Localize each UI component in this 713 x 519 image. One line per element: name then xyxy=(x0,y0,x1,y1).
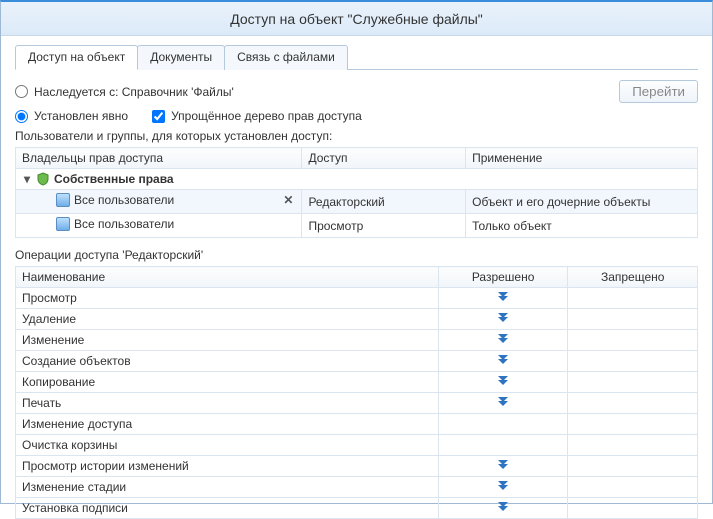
tab-documents[interactable]: Документы xyxy=(137,45,225,70)
simplified-check-row[interactable]: Упрощённое дерево прав доступа xyxy=(152,109,362,123)
table-row[interactable]: Все пользователи ✕ Редакторский Объект и… xyxy=(16,190,698,214)
denied-cell[interactable] xyxy=(568,309,698,330)
ops-row[interactable]: Копирование xyxy=(16,372,698,393)
col-access[interactable]: Доступ xyxy=(302,148,466,169)
ops-row[interactable]: Печать xyxy=(16,393,698,414)
apply-cell: Только объект xyxy=(466,214,698,238)
allowed-cell[interactable] xyxy=(438,351,568,372)
allowed-cell[interactable] xyxy=(438,393,568,414)
denied-cell[interactable] xyxy=(568,330,698,351)
op-name-cell: Просмотр xyxy=(16,288,439,309)
allowed-cell[interactable] xyxy=(438,309,568,330)
ops-row[interactable]: Изменение стадии xyxy=(16,477,698,498)
denied-cell[interactable] xyxy=(568,477,698,498)
table-row[interactable]: Все пользователи Просмотр Только объект xyxy=(16,214,698,238)
access-cell: Редакторский xyxy=(302,190,466,214)
inherit-label: Наследуется с: Справочник 'Файлы' xyxy=(34,85,234,99)
tab-files[interactable]: Связь с файлами xyxy=(224,45,348,70)
col-apply[interactable]: Применение xyxy=(466,148,698,169)
denied-cell[interactable] xyxy=(568,372,698,393)
ops-row[interactable]: Установка подписи xyxy=(16,498,698,519)
users-groups-caption: Пользователи и группы, для которых устан… xyxy=(15,129,698,143)
col-allowed[interactable]: Разрешено xyxy=(438,267,568,288)
op-name-cell: Просмотр истории изменений xyxy=(16,456,439,477)
ops-row[interactable]: Создание объектов xyxy=(16,351,698,372)
allowed-cell[interactable] xyxy=(438,330,568,351)
group-own-rights[interactable]: ▾ Собственные права xyxy=(16,169,698,190)
users-icon xyxy=(56,193,70,207)
op-name-cell: Печать xyxy=(16,393,439,414)
allowed-cell[interactable] xyxy=(438,435,568,456)
op-name-cell: Изменение доступа xyxy=(16,414,439,435)
inherit-radio-row[interactable]: Наследуется с: Справочник 'Файлы' xyxy=(15,85,234,99)
apply-cell: Объект и его дочерние объекты xyxy=(466,190,698,214)
denied-cell[interactable] xyxy=(568,498,698,519)
ops-row[interactable]: Изменение xyxy=(16,330,698,351)
window-title: Доступ на объект "Служебные файлы" xyxy=(1,2,712,36)
inherit-radio[interactable] xyxy=(15,85,28,98)
op-name-cell: Очистка корзины xyxy=(16,435,439,456)
users-icon xyxy=(56,217,70,231)
col-owner[interactable]: Владельцы прав доступа xyxy=(16,148,302,169)
tab-access[interactable]: Доступ на объект xyxy=(15,45,138,70)
op-name-cell: Удаление xyxy=(16,309,439,330)
ops-row[interactable]: Просмотр xyxy=(16,288,698,309)
op-name-cell: Установка подписи xyxy=(16,498,439,519)
ops-row[interactable]: Просмотр истории изменений xyxy=(16,456,698,477)
owner-cell: Все пользователи xyxy=(74,217,174,231)
op-name-cell: Создание объектов xyxy=(16,351,439,372)
chevron-down-icon xyxy=(496,313,510,323)
denied-cell[interactable] xyxy=(568,351,698,372)
simplified-checkbox[interactable] xyxy=(152,110,165,123)
op-name-cell: Изменение стадии xyxy=(16,477,439,498)
chevron-down-icon xyxy=(496,334,510,344)
chevron-down-icon xyxy=(496,397,510,407)
allowed-cell[interactable] xyxy=(438,498,568,519)
ops-row[interactable]: Изменение доступа xyxy=(16,414,698,435)
explicit-radio-row[interactable]: Установлен явно xyxy=(15,109,128,123)
ops-table[interactable]: Наименование Разрешено Запрещено Просмот… xyxy=(15,266,698,519)
allowed-cell[interactable] xyxy=(438,414,568,435)
chevron-down-icon xyxy=(496,292,510,302)
clear-icon[interactable]: ✕ xyxy=(281,193,295,207)
denied-cell[interactable] xyxy=(568,435,698,456)
allowed-cell[interactable] xyxy=(438,456,568,477)
denied-cell[interactable] xyxy=(568,456,698,477)
ops-row[interactable]: Очистка корзины xyxy=(16,435,698,456)
simplified-label: Упрощённое дерево прав доступа xyxy=(171,109,362,123)
op-name-cell: Копирование xyxy=(16,372,439,393)
chevron-down-icon xyxy=(496,481,510,491)
col-op-name[interactable]: Наименование xyxy=(16,267,439,288)
allowed-cell[interactable] xyxy=(438,372,568,393)
chevron-down-icon xyxy=(496,355,510,365)
rights-table[interactable]: Владельцы прав доступа Доступ Применение… xyxy=(15,147,698,238)
denied-cell[interactable] xyxy=(568,393,698,414)
col-denied[interactable]: Запрещено xyxy=(568,267,698,288)
shield-icon xyxy=(36,172,50,186)
owner-cell: Все пользователи xyxy=(74,193,174,207)
access-cell: Просмотр xyxy=(302,214,466,238)
allowed-cell[interactable] xyxy=(438,477,568,498)
explicit-radio[interactable] xyxy=(15,110,28,123)
allowed-cell[interactable] xyxy=(438,288,568,309)
chevron-down-icon xyxy=(496,376,510,386)
expand-icon[interactable]: ▾ xyxy=(22,172,32,186)
denied-cell[interactable] xyxy=(568,414,698,435)
explicit-label: Установлен явно xyxy=(34,109,128,123)
denied-cell[interactable] xyxy=(568,288,698,309)
goto-button[interactable]: Перейти xyxy=(619,80,698,103)
op-name-cell: Изменение xyxy=(16,330,439,351)
ops-caption: Операции доступа 'Редакторский' xyxy=(15,248,698,262)
chevron-down-icon xyxy=(496,460,510,470)
tab-strip: Доступ на объект Документы Связь с файла… xyxy=(15,44,698,70)
ops-row[interactable]: Удаление xyxy=(16,309,698,330)
group-label: Собственные права xyxy=(54,172,174,186)
